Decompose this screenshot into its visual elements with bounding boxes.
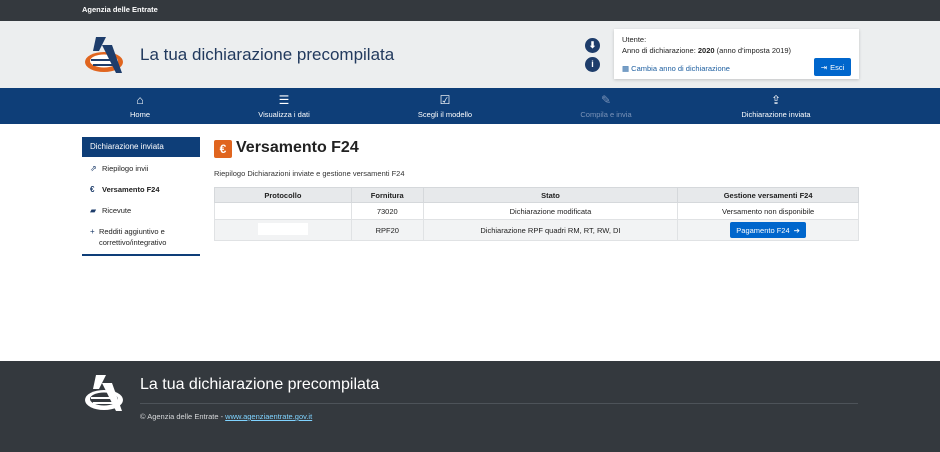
table-row: 73020 Dichiarazione modificata Versament… — [214, 202, 859, 220]
logout-icon: ⇥ — [820, 62, 828, 72]
nav-choose-model[interactable]: ☑ Scegli il modello — [405, 88, 485, 124]
header: La tua dichiarazione precompilata ⬇ i Ut… — [0, 21, 940, 88]
sidebar-item-redditi[interactable]: + Redditi aggiuntivo e correttivo/integr… — [82, 220, 200, 252]
nav-view-data[interactable]: ☰ Visualizza i dati — [244, 88, 324, 124]
column-header-stato: Stato — [422, 187, 679, 203]
cell-gestione: Versamento non disponibile — [677, 202, 859, 220]
year-value: 2020 — [697, 46, 715, 55]
sidebar-heading: Dichiarazione inviata — [82, 137, 200, 157]
nav-label: Compila e invia — [580, 109, 632, 119]
agency-logo[interactable] — [82, 35, 126, 75]
logout-button[interactable]: ⇥ Esci — [814, 58, 851, 76]
copyright-text: © Agenzia delle Entrate - — [140, 412, 226, 421]
sidebar-item-label: Versamento F24 — [102, 185, 160, 194]
cell-stato: Dichiarazione RPF quadri RM, RT, RW, DI — [422, 219, 679, 241]
list-icon: ☰ — [278, 92, 290, 107]
user-label: Utente: — [622, 35, 647, 44]
year-prefix: Anno di dichiarazione: — [622, 46, 698, 55]
column-header-fornitura: Fornitura — [350, 187, 424, 203]
footer: La tua dichiarazione precompilata © Agen… — [0, 361, 940, 452]
cell-fornitura: 73020 — [350, 202, 424, 220]
column-header-gestione: Gestione versamenti F24 — [677, 187, 859, 203]
agency-logo-footer[interactable] — [82, 373, 126, 413]
app-title: La tua dichiarazione precompilata — [140, 45, 395, 64]
nav-label: Visualizza i dati — [258, 109, 310, 119]
sidebar-item-versamento-f24[interactable]: € Versamento F24 — [82, 178, 200, 199]
main-nav: ⌂ Home ☰ Visualizza i dati ☑ Scegli il m… — [0, 88, 940, 124]
sidebar-item-label: Riepilogo invii — [102, 164, 149, 173]
nav-home[interactable]: ⌂ Home — [100, 88, 180, 124]
table-header-row: Protocollo Fornitura Stato Gestione vers… — [214, 187, 859, 203]
euro-icon: € — [214, 140, 232, 158]
sidebar-item-riepilogo[interactable]: ⇗ Riepilogo invii — [82, 157, 200, 178]
checkbox-icon: ☑ — [439, 92, 451, 107]
change-year-link[interactable]: ▦ Cambia anno di dichiarazione — [622, 64, 730, 73]
user-panel: Utente: Anno di dichiarazione: 2020 (ann… — [614, 29, 859, 79]
download-icon[interactable]: ⬇ — [585, 38, 600, 53]
calendar-icon: ▦ — [622, 64, 632, 73]
top-bar: Agenzia delle Entrate — [0, 0, 940, 21]
folder-icon: ▰ — [90, 206, 97, 215]
home-icon: ⌂ — [136, 92, 144, 107]
page-title: Versamento F24 — [236, 139, 359, 156]
sidebar-item-label: Redditi aggiuntivo e correttivo/integrat… — [98, 227, 167, 247]
edit-icon: ✎ — [600, 92, 612, 107]
column-header-protocollo: Protocollo — [214, 187, 352, 203]
year-suffix: (anno d'imposta 2019) — [714, 46, 792, 55]
info-icon[interactable]: i — [585, 57, 600, 72]
agency-name: Agenzia delle Entrate — [82, 5, 158, 14]
sidebar-divider — [82, 254, 200, 256]
arrow-right-icon: ➔ — [793, 225, 800, 235]
agency-website-link[interactable]: www.agenziaentrate.gov.it — [225, 412, 312, 421]
pay-f24-button[interactable]: Pagamento F24 ➔ — [730, 222, 806, 238]
euro-icon: € — [90, 185, 95, 194]
share-icon: ⇪ — [770, 92, 782, 107]
logout-label: Esci — [830, 62, 845, 72]
cell-protocollo — [214, 219, 352, 241]
cell-protocollo — [214, 202, 352, 220]
nav-label: Scegli il modello — [417, 109, 473, 119]
page-subtitle: Riepilogo Dichiarazioni inviate e gestio… — [214, 169, 405, 178]
table-row: RPF20 Dichiarazione RPF quadri RM, RT, R… — [214, 219, 859, 241]
f24-table: Protocollo Fornitura Stato Gestione vers… — [214, 187, 859, 241]
tax-year-info: Anno di dichiarazione: 2020 (anno d'impo… — [622, 46, 791, 55]
nav-sent-declaration[interactable]: ⇪ Dichiarazione inviata — [731, 88, 821, 124]
nav-label: Dichiarazione inviata — [741, 109, 811, 119]
sidebar-item-label: Ricevute — [102, 206, 132, 215]
change-year-label: Cambia anno di dichiarazione — [631, 64, 730, 73]
footer-divider — [140, 403, 858, 404]
plus-icon: + — [90, 227, 95, 236]
redacted-protocol — [257, 223, 308, 235]
footer-title: La tua dichiarazione precompilata — [140, 376, 380, 393]
export-icon: ⇗ — [90, 164, 97, 173]
sidebar: Dichiarazione inviata ⇗ Riepilogo invii … — [82, 137, 200, 256]
redacted-protocol — [257, 204, 308, 216]
nav-compile-send[interactable]: ✎ Compila e invia — [566, 88, 646, 124]
cell-gestione: Pagamento F24 ➔ — [677, 219, 859, 241]
cell-fornitura: RPF20 — [350, 219, 424, 241]
nav-label: Home — [129, 109, 150, 119]
sidebar-item-ricevute[interactable]: ▰ Ricevute — [82, 199, 200, 220]
pay-f24-label: Pagamento F24 — [736, 225, 790, 235]
cell-stato: Dichiarazione modificata — [422, 202, 679, 220]
footer-copyright: © Agenzia delle Entrate - www.agenziaent… — [140, 412, 312, 421]
